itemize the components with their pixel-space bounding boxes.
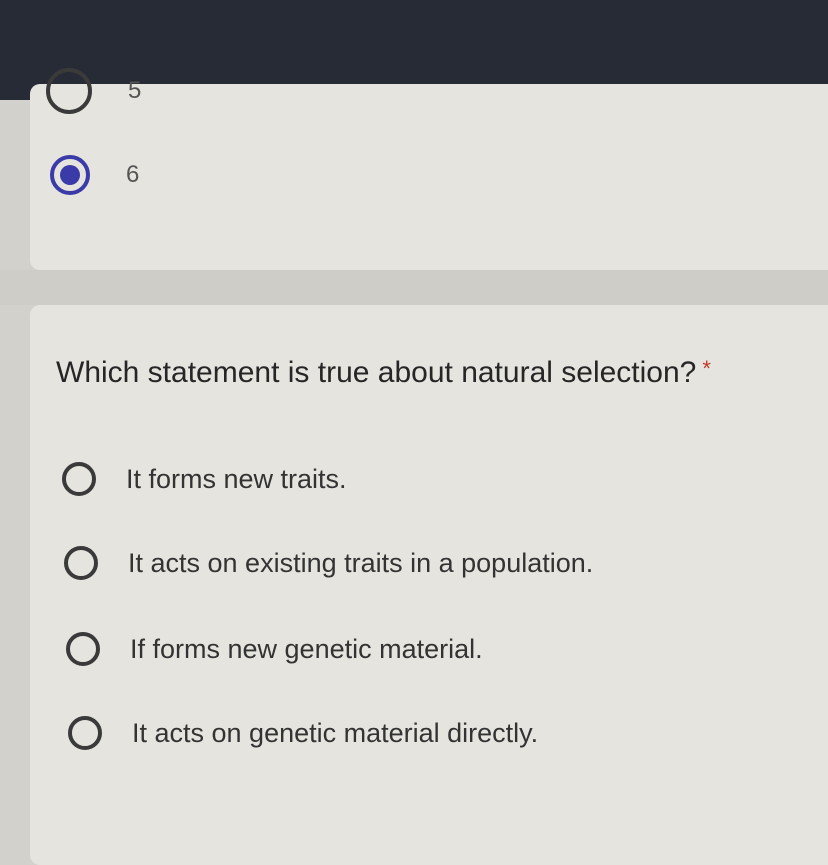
answer-option-3[interactable]: If forms new genetic material. [66,632,483,666]
answer-option-2[interactable]: It acts on existing traits in a populati… [64,546,593,580]
option-label: 5 [128,77,142,104]
previous-question-card [30,84,828,270]
question-text: Which statement is true about natural se… [56,356,697,389]
radio-button-icon[interactable] [62,462,96,496]
option-label: It acts on genetic material directly. [132,717,539,748]
option-label: It forms new traits. [126,463,347,494]
prev-option-6[interactable]: 6 [50,155,139,195]
radio-button-icon[interactable] [46,68,92,114]
required-marker: * [702,356,711,381]
option-label: It acts on existing traits in a populati… [128,547,594,578]
answer-option-4[interactable]: It acts on genetic material directly. [68,716,538,750]
question-title: Which statement is true about natural se… [56,356,711,390]
radio-button-checked-icon[interactable] [50,155,90,195]
radio-button-icon[interactable] [66,632,100,666]
card-gap [0,270,828,305]
prev-option-5[interactable]: 5 [46,68,141,114]
option-label: If forms new genetic material. [130,633,483,664]
radio-button-icon[interactable] [68,716,102,750]
option-label: 6 [126,161,140,188]
radio-button-icon[interactable] [64,546,98,580]
answer-option-1[interactable]: It forms new traits. [62,462,347,496]
